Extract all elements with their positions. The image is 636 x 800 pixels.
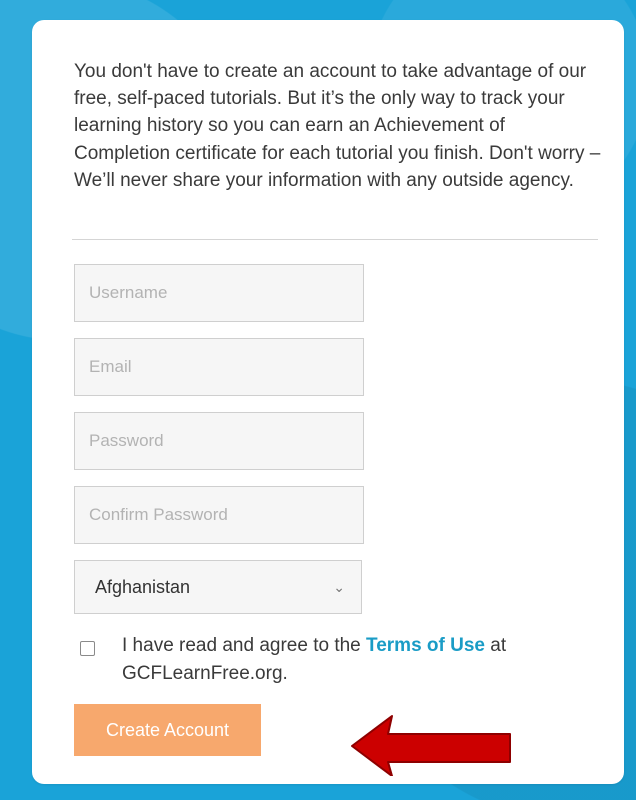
terms-prefix: I have read and agree to the [122, 635, 367, 656]
chevron-down-icon: ⌄ [333, 578, 345, 595]
country-select[interactable]: Afghanistan ⌄ [74, 560, 362, 614]
create-account-button[interactable]: Create Account [74, 704, 261, 756]
password-input[interactable] [74, 412, 364, 470]
red-arrow-icon [351, 715, 511, 776]
terms-checkbox[interactable] [80, 641, 95, 656]
divider [72, 239, 598, 240]
confirm-password-input[interactable] [74, 486, 364, 544]
signup-card: You don't have to create an account to t… [32, 20, 624, 784]
terms-label: I have read and agree to the Terms of Us… [122, 632, 592, 688]
username-input[interactable] [74, 264, 364, 322]
email-input[interactable] [74, 338, 364, 396]
country-select-value: Afghanistan [95, 576, 191, 597]
terms-of-use-link[interactable]: Terms of Use [366, 635, 485, 656]
intro-text: You don't have to create an account to t… [74, 61, 601, 191]
